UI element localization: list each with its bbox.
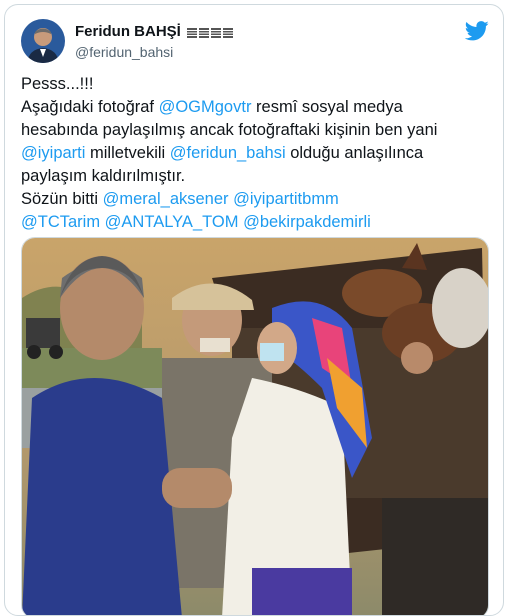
tweet-text-line: Pesss...!!! (21, 73, 491, 96)
twitter-bird-icon[interactable] (464, 21, 489, 41)
mention-link[interactable]: @TCTarim (21, 213, 100, 231)
tweet-text-line: Sözün bitti @meral_aksener @iyipartitbmm (21, 188, 491, 211)
mention-link[interactable]: @iyiparti (21, 144, 85, 162)
turkish-flag-icons (186, 26, 233, 38)
tweet-text-segment: olduğu anlaşılınca (285, 144, 424, 162)
tweet-text-line: paylaşım kaldırılmıştır. (21, 165, 491, 188)
mention-link[interactable]: @meral_aksener (103, 190, 229, 208)
tweet-text-segment: Aşağıdaki fotoğraf (21, 98, 159, 116)
author-handle[interactable]: @feridun_bahsi (75, 44, 173, 60)
tweet-text-segment: Sözün bitti (21, 190, 103, 208)
tweet-text-segment: hesabında paylaşılmış ancak fotoğraftaki… (21, 121, 438, 139)
tweet-text-line: hesabında paylaşılmış ancak fotoğraftaki… (21, 119, 491, 142)
mention-link[interactable]: @OGMgovtr (159, 98, 252, 116)
tweet-text: Pesss...!!! Aşağıdaki fotoğraf @OGMgovtr … (21, 73, 491, 234)
tweet-card[interactable]: Feridun BAHŞİ @feridun_bahsi Pesss...!!!… (4, 4, 504, 616)
mention-link[interactable]: @feridun_bahsi (170, 144, 286, 162)
tweet-photo[interactable] (21, 237, 489, 615)
tweet-text-segment: milletvekili (85, 144, 170, 162)
tweet-text-line: @TCTarim @ANTALYA_TOM @bekirpakdemirli (21, 211, 491, 234)
mention-link[interactable]: @bekirpakdemirli (243, 213, 371, 231)
mention-link[interactable]: @ANTALYA_TOM (105, 213, 239, 231)
tweet-text-segment: Pesss...!!! (21, 75, 94, 93)
author-avatar[interactable] (21, 19, 65, 63)
tweet-text-segment: resmî sosyal medya (251, 98, 403, 116)
tweet-text-line: @iyiparti milletvekili @feridun_bahsi ol… (21, 142, 491, 165)
tweet-text-segment: paylaşım kaldırılmıştır. (21, 167, 186, 185)
mention-link[interactable]: @iyipartitbmm (233, 190, 339, 208)
author-display-name[interactable]: Feridun BAHŞİ (75, 23, 181, 40)
tweet-text-line: Aşağıdaki fotoğraf @OGMgovtr resmî sosya… (21, 96, 491, 119)
